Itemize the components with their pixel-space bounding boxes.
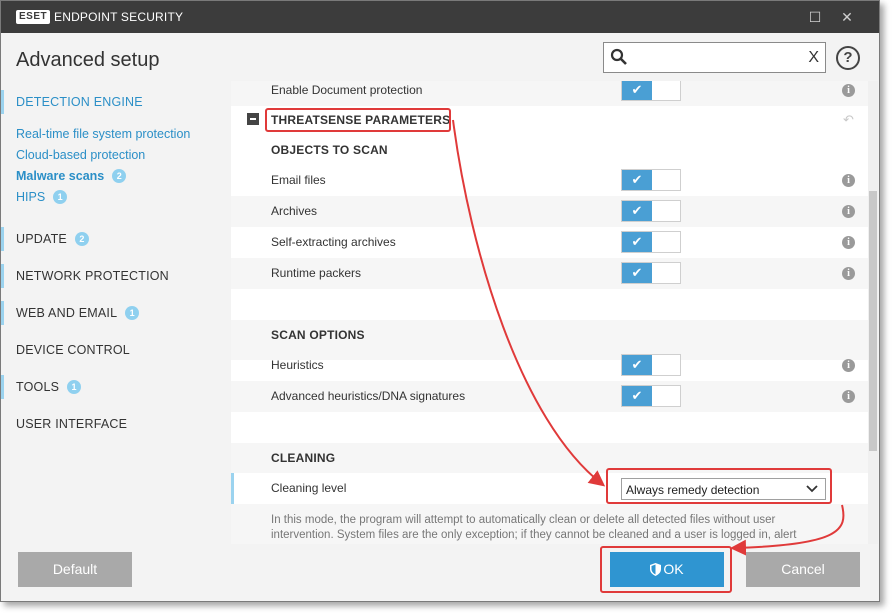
sidebar-item-update[interactable]: UPDATE 2: [16, 232, 89, 246]
search-box[interactable]: X: [603, 42, 826, 73]
title-bar: ESET ENDPOINT SECURITY ☐ ✕: [1, 1, 879, 33]
vertical-scrollbar[interactable]: [868, 81, 878, 544]
info-icon[interactable]: i: [842, 267, 855, 280]
spacer-row: [231, 289, 868, 320]
collapse-icon[interactable]: [247, 113, 259, 125]
help-icon[interactable]: ?: [836, 46, 860, 70]
maximize-button[interactable]: ☐: [805, 7, 825, 27]
toggle-heuristics[interactable]: ✔: [621, 354, 681, 376]
sidebar-item-device-control[interactable]: DEVICE CONTROL: [16, 343, 130, 357]
toggle-advanced-heuristics[interactable]: ✔: [621, 385, 681, 407]
sidebar-item-label: WEB AND EMAIL: [16, 306, 118, 320]
revert-icon[interactable]: ↶: [843, 112, 854, 128]
toggle-self-extracting[interactable]: ✔: [621, 231, 681, 253]
product-name: ENDPOINT SECURITY: [54, 10, 184, 24]
check-icon: ✔: [622, 201, 652, 221]
setting-label: Runtime packers: [271, 266, 362, 280]
sidebar-item-web-and-email[interactable]: WEB AND EMAIL 1: [16, 306, 140, 320]
sidebar-item-label: DEVICE CONTROL: [16, 343, 130, 357]
sidebar-item-label: TOOLS: [16, 380, 60, 394]
spacer-row: [231, 412, 868, 443]
info-icon[interactable]: i: [842, 390, 855, 403]
setting-row-cleaning-level: Cleaning level Always remedy detection: [231, 473, 868, 504]
sidebar-item-label: USER INTERFACE: [16, 417, 128, 431]
ok-button[interactable]: OK: [610, 552, 724, 587]
check-icon: ✔: [622, 81, 652, 100]
sidebar-item-network-protection[interactable]: NETWORK PROTECTION: [16, 269, 169, 283]
check-icon: ✔: [622, 170, 652, 190]
cleaning-description: In this mode, the program will attempt t…: [271, 514, 797, 541]
page-title: Advanced setup: [16, 49, 160, 71]
sidebar-sub-hips[interactable]: HIPS 1: [16, 190, 68, 204]
setting-label: Archives: [271, 204, 318, 218]
sidebar-active-marker: [1, 90, 4, 114]
sidebar-item-label: UPDATE: [16, 232, 67, 246]
check-icon: ✔: [622, 232, 652, 252]
sidebar-sub-cloud[interactable]: Cloud-based protection: [16, 148, 145, 162]
settings-panel: Enable Document protection ✔ i THREATSEN…: [231, 81, 868, 544]
setting-label: Advanced heuristics/DNA signatures: [271, 389, 466, 403]
threatsense-section-title[interactable]: THREATSENSE PARAMETERS: [271, 113, 450, 127]
sidebar-sub-realtime[interactable]: Real-time file system protection: [16, 127, 190, 141]
cancel-button[interactable]: Cancel: [746, 552, 860, 587]
sidebar-sub-malware-scans[interactable]: Malware scans 2: [16, 169, 127, 183]
sidebar-item-detection-engine[interactable]: DETECTION ENGINE: [16, 95, 143, 109]
objects-to-scan-header: OBJECTS TO SCAN: [271, 143, 388, 157]
advanced-setup-window: ESET ENDPOINT SECURITY ☐ ✕ Advanced setu…: [0, 0, 880, 602]
default-button[interactable]: Default: [18, 552, 132, 587]
setting-row-runtime-packers: Runtime packers ✔ i: [231, 258, 868, 289]
count-badge: 2: [74, 232, 89, 246]
search-icon: [610, 48, 628, 71]
setting-row-heuristics: Heuristics ✔ i: [231, 350, 868, 381]
sidebar-item-user-interface[interactable]: USER INTERFACE: [16, 417, 127, 431]
sidebar-marker: [1, 301, 4, 325]
select-value: Always remedy detection: [626, 483, 760, 497]
info-icon[interactable]: i: [842, 84, 855, 97]
count-badge: 1: [125, 306, 140, 320]
setting-label: Email files: [271, 173, 326, 187]
setting-row-email-files: Email files ✔ i: [231, 165, 868, 196]
sidebar-marker: [1, 375, 4, 399]
shield-icon: [650, 554, 662, 589]
cleaning-header: CLEANING: [271, 451, 336, 465]
toggle-runtime-packers[interactable]: ✔: [621, 262, 681, 284]
search-clear-button[interactable]: X: [808, 48, 819, 68]
setting-label: Enable Document protection: [271, 83, 423, 97]
count-badge: 2: [112, 169, 127, 183]
setting-row-document-protection: Enable Document protection ✔ i: [231, 81, 868, 106]
ok-label: OK: [663, 561, 684, 577]
info-icon[interactable]: i: [842, 359, 855, 372]
sidebar-marker: [1, 264, 4, 288]
info-icon[interactable]: i: [842, 174, 855, 187]
setting-label: Heuristics: [271, 358, 324, 372]
setting-row-archives: Archives ✔ i: [231, 196, 868, 227]
toggle-archives[interactable]: ✔: [621, 200, 681, 222]
search-input[interactable]: [634, 47, 794, 69]
setting-label: Self-extracting archives: [271, 235, 396, 249]
eset-logo: ESET: [16, 10, 51, 24]
sidebar-item-tools[interactable]: TOOLS 1: [16, 380, 82, 394]
setting-row-advanced-heuristics: Advanced heuristics/DNA signatures ✔ i: [231, 381, 868, 412]
close-window-button[interactable]: ✕: [837, 7, 857, 27]
count-badge: 1: [67, 380, 82, 394]
row-marker: [231, 473, 234, 504]
sidebar-marker: [1, 227, 4, 251]
check-icon: ✔: [622, 263, 652, 283]
check-icon: ✔: [622, 355, 652, 375]
info-icon[interactable]: i: [842, 205, 855, 218]
info-icon[interactable]: i: [842, 236, 855, 249]
count-badge: 1: [53, 190, 68, 204]
sidebar-sub-label: Malware scans: [16, 169, 105, 183]
setting-row-self-extracting: Self-extracting archives ✔ i: [231, 227, 868, 258]
scrollbar-thumb[interactable]: [869, 191, 877, 451]
scan-options-header: SCAN OPTIONS: [271, 328, 365, 342]
chevron-down-icon: [805, 481, 819, 500]
toggle-email-files[interactable]: ✔: [621, 169, 681, 191]
cleaning-level-select[interactable]: Always remedy detection: [621, 478, 826, 500]
toggle-document-protection[interactable]: ✔: [621, 81, 681, 101]
setting-label: Cleaning level: [271, 481, 347, 495]
sidebar-item-label: NETWORK PROTECTION: [16, 269, 169, 283]
sidebar-sub-label: HIPS: [16, 190, 46, 204]
check-icon: ✔: [622, 386, 652, 406]
